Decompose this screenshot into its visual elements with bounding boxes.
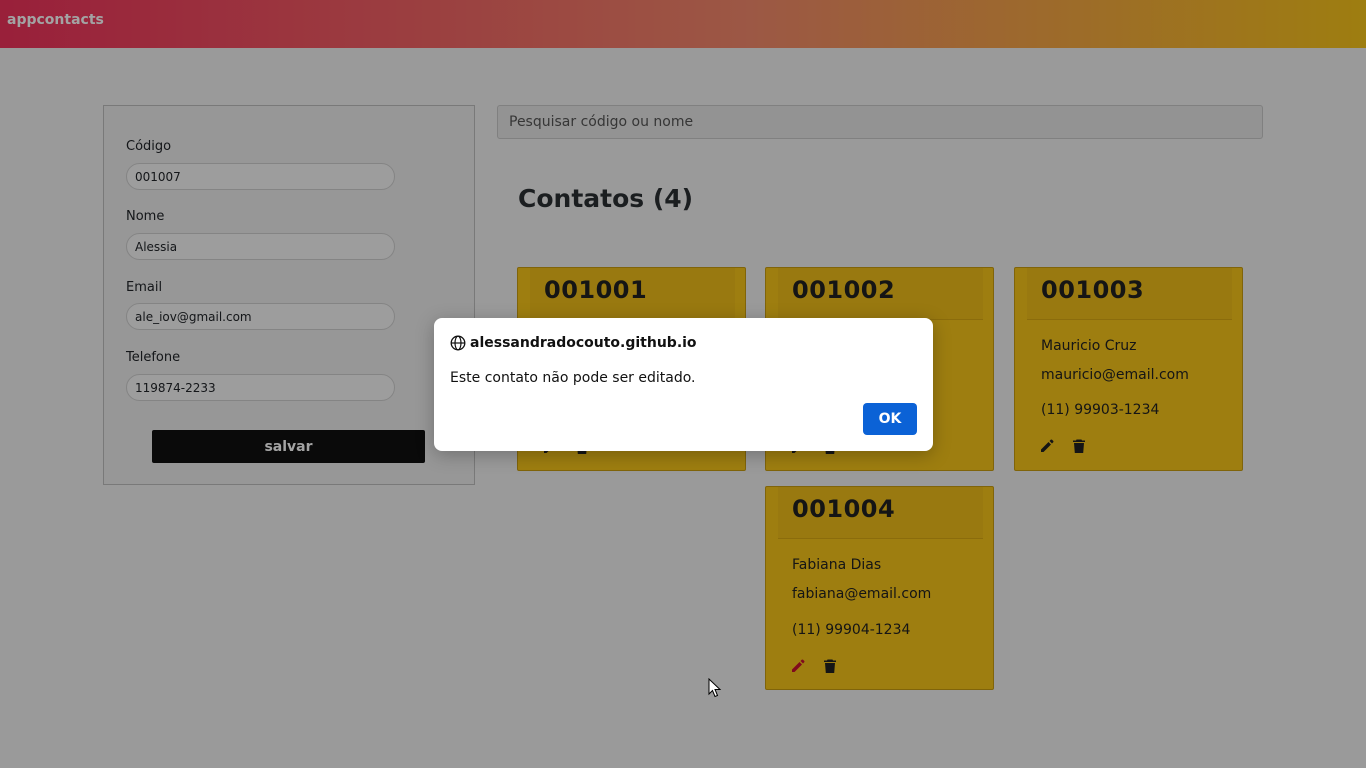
dialog-message: Este contato não pode ser editado.: [450, 370, 696, 386]
ok-button[interactable]: OK: [863, 403, 917, 435]
alert-dialog: alessandradocouto.github.io Este contato…: [434, 318, 933, 451]
globe-icon: [450, 335, 466, 351]
mouse-cursor-icon: [708, 678, 722, 698]
dialog-origin: alessandradocouto.github.io: [470, 335, 697, 351]
